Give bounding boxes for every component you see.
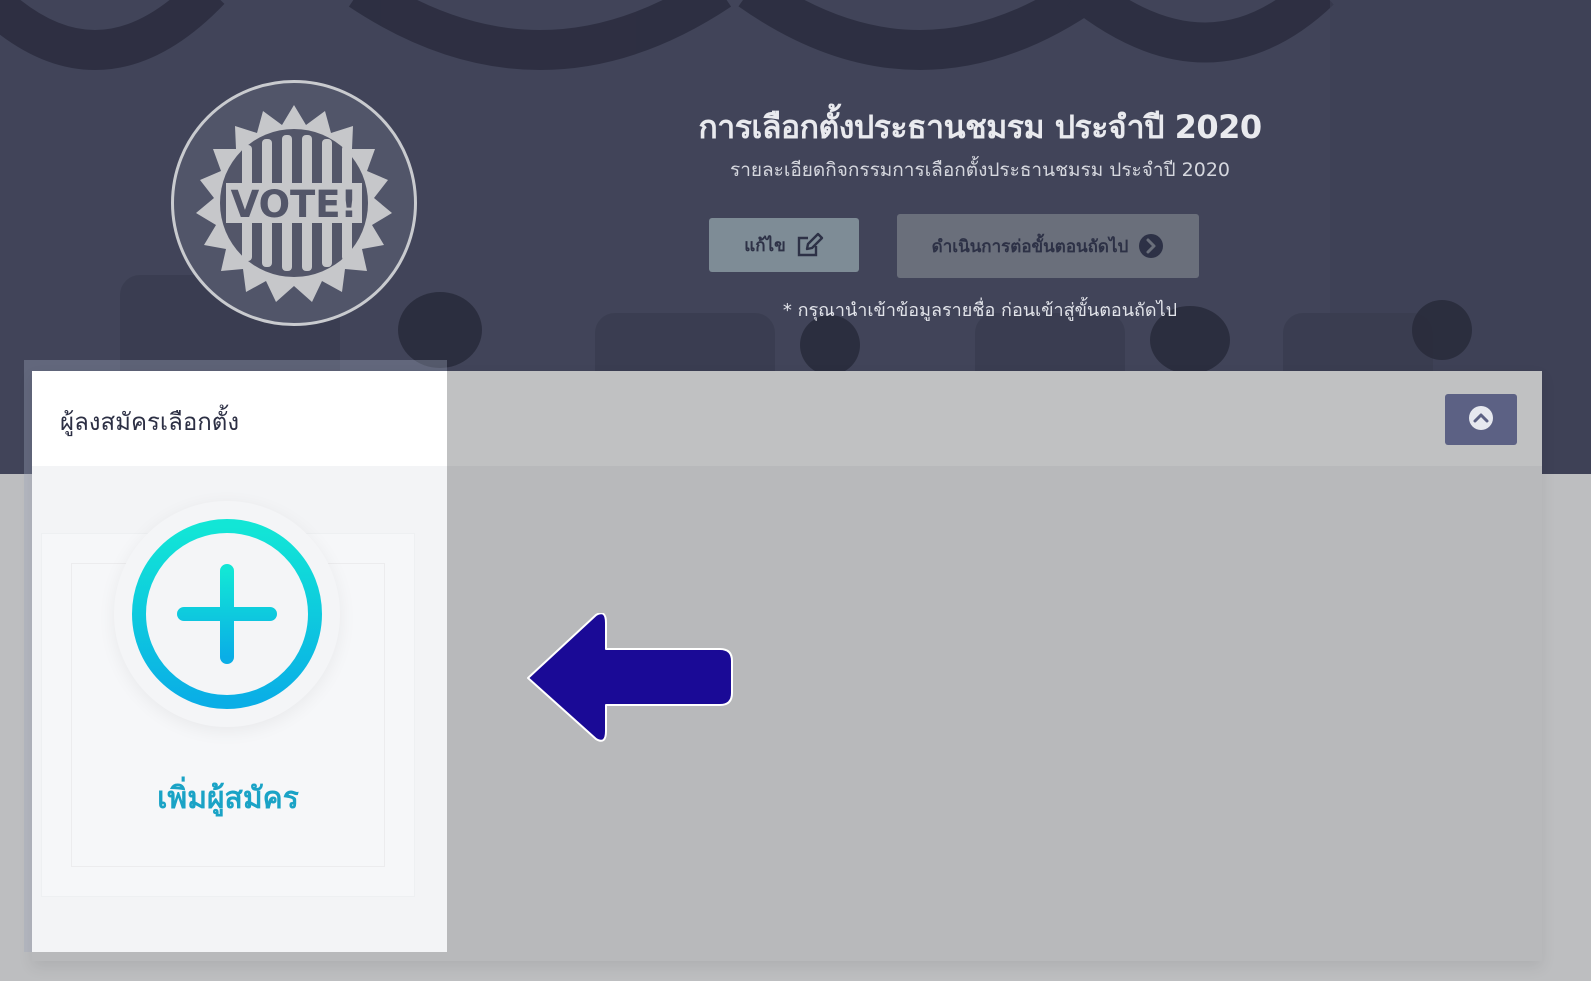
vote-badge-logo: VOTE!	[171, 80, 417, 326]
vote-badge-text: VOTE!	[231, 183, 358, 226]
add-candidate-label[interactable]: เพิ่มผู้สมัคร	[41, 775, 415, 822]
edit-icon	[796, 232, 824, 258]
chevron-right-circle-icon	[1138, 233, 1164, 259]
next-step-button[interactable]: ดำเนินการต่อขั้นตอนถัดไป	[897, 214, 1199, 278]
plus-circle-icon[interactable]	[128, 515, 326, 713]
page-title: การเลือกตั้งประธานชมรม ประจำปี 2020	[698, 108, 1262, 146]
panel-title: ผู้ลงสมัครเลือกตั้ง	[60, 408, 240, 436]
import-note: * กรุณานำเข้าข้อมูลรายชื่อ ก่อนเข้าสู่ขั…	[782, 300, 1178, 321]
edit-button[interactable]: แก้ไข	[709, 218, 859, 272]
arrow-left-icon	[527, 613, 733, 742]
collapse-button[interactable]	[1445, 394, 1517, 445]
page-subtitle: รายละเอียดกิจกรรมการเลือกตั้งประธานชมรม …	[730, 159, 1230, 181]
next-step-label: ดำเนินการต่อขั้นตอนถัดไป	[931, 236, 1129, 257]
chevron-up-circle-icon	[1468, 405, 1494, 435]
edit-button-label: แก้ไข	[744, 235, 786, 256]
